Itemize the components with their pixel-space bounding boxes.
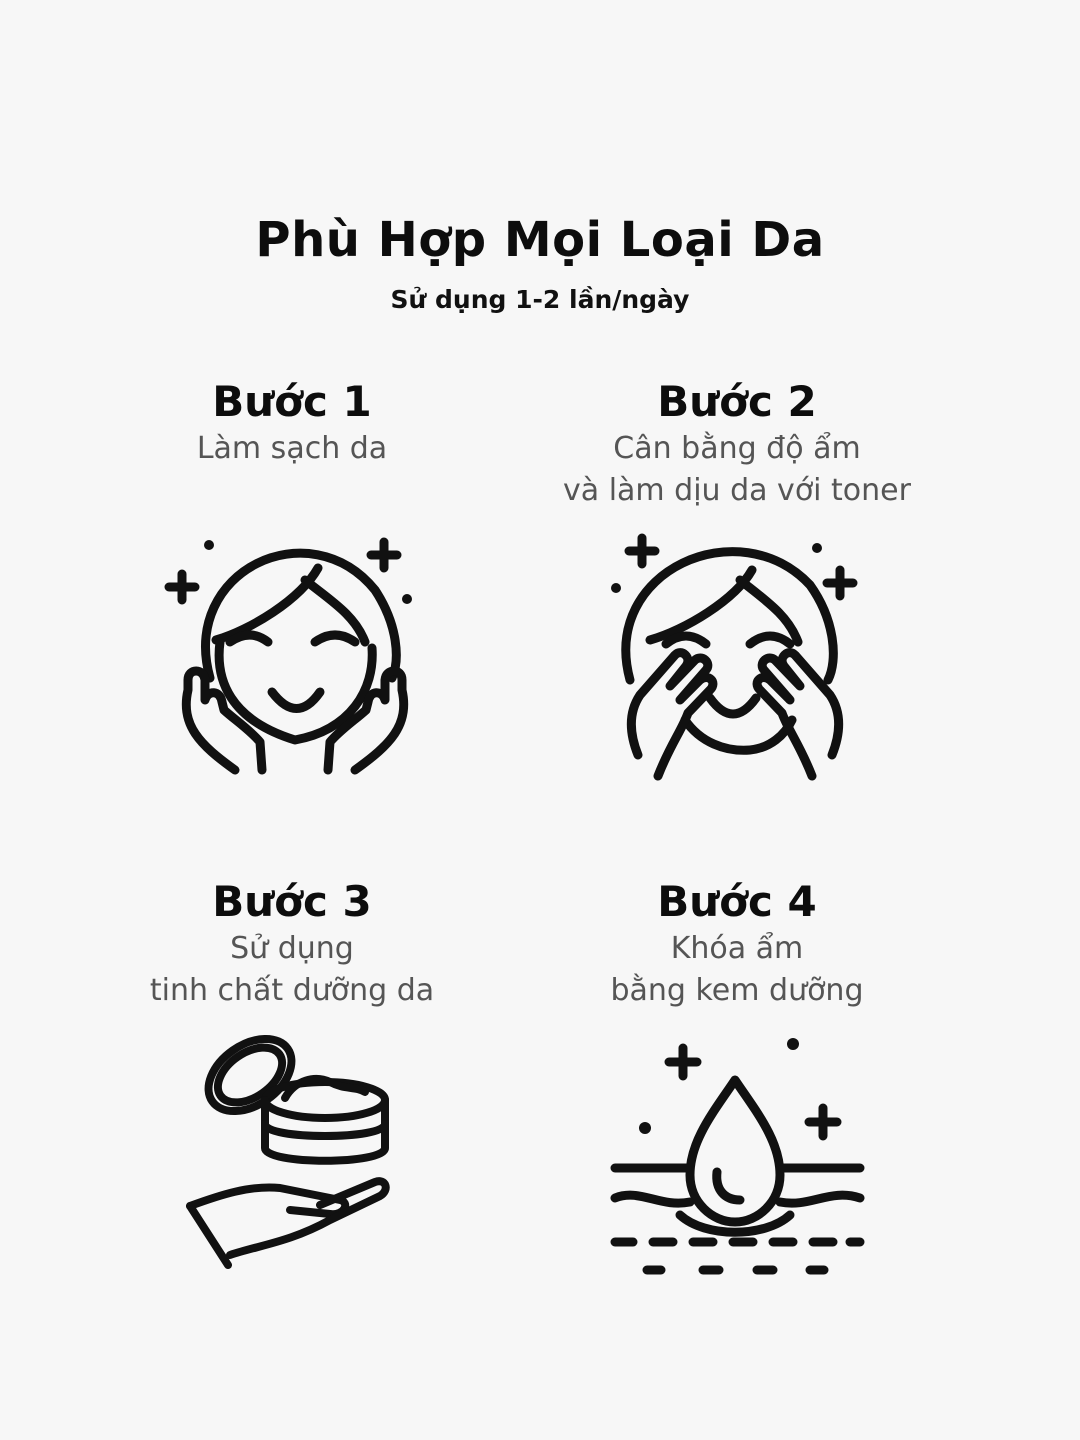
step-4: Bước 4 Khóa ẩm bằng kem dưỡng bbox=[477, 877, 997, 1011]
step-3-desc-line1: Sử dụng bbox=[230, 931, 354, 966]
page-subtitle: Sử dụng 1-2 lần/ngày bbox=[390, 285, 690, 314]
step-3-title: Bước 3 bbox=[212, 877, 372, 926]
step-2: Bước 2 Cân bằng độ ẩm và làm dịu da với … bbox=[477, 377, 997, 511]
step-2-desc-line1: Cân bằng độ ẩm bbox=[613, 431, 861, 466]
step-1: Bước 1 Làm sạch da bbox=[32, 377, 552, 469]
page-title: Phù Hợp Mọi Loại Da bbox=[255, 212, 825, 268]
cream-jar-hand-icon bbox=[180, 1020, 400, 1270]
step-4-desc-line1: Khóa ẩm bbox=[670, 931, 804, 966]
step-2-desc-line2: và làm dịu da với toner bbox=[563, 473, 911, 508]
water-drop-skin-icon bbox=[605, 1030, 870, 1285]
step-4-desc-line2: bằng kem dưỡng bbox=[610, 973, 864, 1008]
face-patting-icon bbox=[600, 530, 870, 785]
face-washing-icon bbox=[160, 530, 430, 780]
step-2-title: Bước 2 bbox=[657, 377, 817, 426]
step-1-desc: Làm sạch da bbox=[196, 431, 388, 466]
step-4-title: Bước 4 bbox=[657, 877, 817, 926]
step-3: Bước 3 Sử dụng tinh chất dưỡng da bbox=[32, 877, 552, 1011]
step-1-title: Bước 1 bbox=[212, 377, 372, 426]
step-3-desc-line2: tinh chất dưỡng da bbox=[149, 973, 435, 1008]
